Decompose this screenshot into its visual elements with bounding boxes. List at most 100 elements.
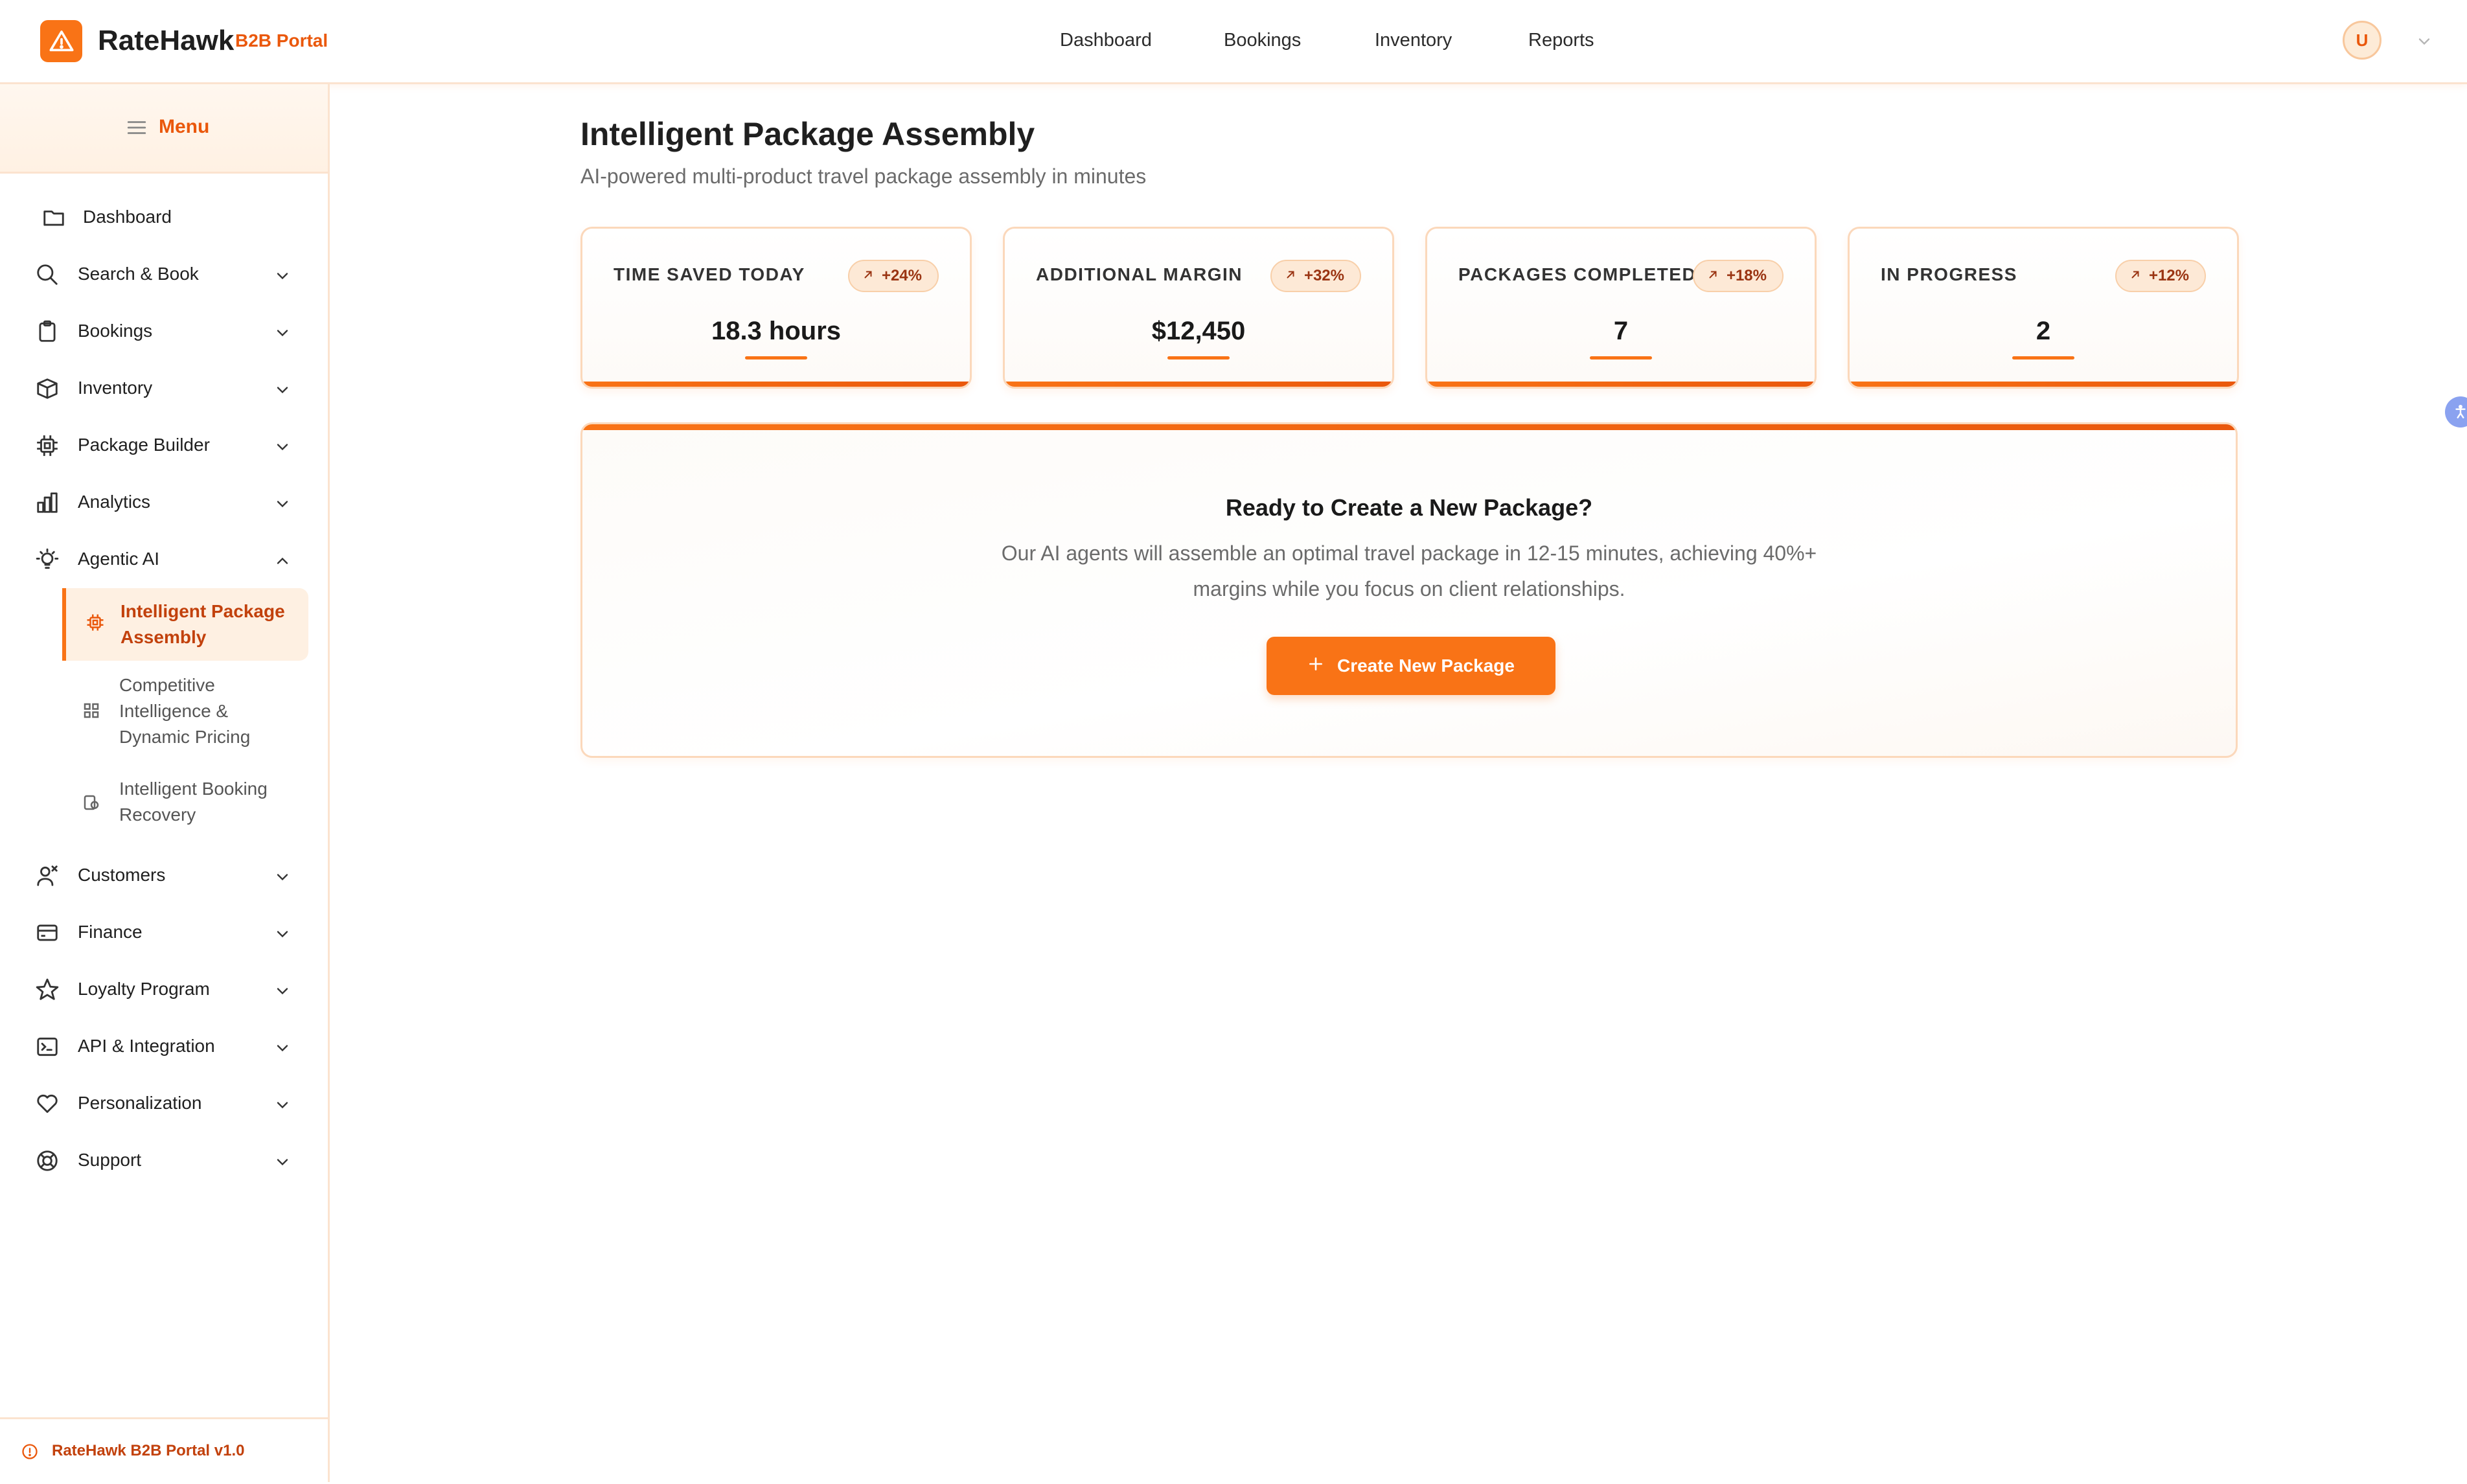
recovery-icon	[82, 793, 101, 816]
logo-icon[interactable]	[40, 20, 82, 62]
sidebar-item-personalization[interactable]: Personalization	[0, 1080, 328, 1126]
top-nav-inventory[interactable]: Inventory	[1375, 30, 1452, 51]
trend-badge: +12%	[2115, 260, 2206, 292]
plus-icon	[1307, 656, 1324, 677]
sidebar-item-inventory[interactable]: Inventory	[0, 365, 328, 411]
sidebar-subitem-label: Competitive Intelligence & Dynamic Prici…	[119, 675, 251, 747]
sidebar-subitem-intelligent-package-assembly[interactable]: Intelligent Package Assembly	[62, 588, 308, 661]
sidebar-item-label: Package Builder	[78, 435, 210, 455]
clipboard-icon	[35, 319, 60, 344]
stat-card-in-progress: IN PROGRESS +12% 2	[1848, 227, 2239, 389]
sidebar-item-label: Inventory	[78, 378, 153, 398]
trend-up-icon	[1285, 267, 1296, 285]
cpu-icon	[35, 433, 60, 458]
create-new-package-label: Create New Package	[1337, 656, 1515, 676]
trend-badge: +32%	[1270, 260, 1361, 292]
version-label: RateHawk B2B Portal v1.0	[52, 1442, 245, 1459]
sidebar-item-dashboard[interactable]: Dashboard	[0, 194, 328, 240]
sidebar-item-label: Support	[78, 1150, 142, 1170]
value-underline	[745, 356, 807, 360]
sidebar-item-label: Loyalty Program	[78, 979, 210, 999]
heart-icon	[35, 1091, 60, 1116]
sidebar-item-label: Bookings	[78, 321, 153, 341]
stat-value: 18.3 hours	[711, 317, 842, 345]
chevron-down-icon	[273, 1096, 292, 1117]
menu-toggle[interactable]: Menu	[0, 84, 328, 174]
chevron-down-icon	[273, 381, 292, 402]
stat-label: IN PROGRESS	[1881, 264, 2017, 284]
sidebar-item-loyalty-program[interactable]: Loyalty Program	[0, 966, 328, 1012]
sidebar-item-label: Agentic AI	[78, 549, 160, 569]
trend-value: +12%	[2148, 267, 2189, 284]
sidebar-subitem-intelligent-booking-recovery[interactable]: Intelligent Booking Recovery	[62, 776, 308, 830]
stat-label: ADDITIONAL MARGIN	[1036, 264, 1243, 284]
accessibility-icon[interactable]	[2445, 396, 2467, 428]
sidebar: Menu Dashboard Search & Book Bookings In…	[0, 84, 330, 1482]
page-subtitle: AI-powered multi-product travel package …	[580, 165, 1147, 188]
chevron-down-icon	[273, 495, 292, 516]
stat-card-additional-margin: ADDITIONAL MARGIN +32% $12,450	[1003, 227, 1394, 389]
terminal-icon	[35, 1034, 60, 1059]
sidebar-subitem-label: Intelligent Package Assembly	[120, 601, 285, 647]
chevron-down-icon	[273, 868, 292, 889]
trend-value: +32%	[1303, 267, 1344, 284]
chevron-down-icon	[273, 925, 292, 946]
sidebar-item-label: Analytics	[78, 492, 151, 512]
stat-value: 7	[1613, 317, 1629, 345]
sidebar-item-bookings[interactable]: Bookings	[0, 308, 328, 354]
sidebar-item-api-integration[interactable]: API & Integration	[0, 1023, 328, 1069]
trend-badge: +18%	[1692, 260, 1784, 292]
value-underline	[1167, 356, 1230, 360]
sidebar-item-customers[interactable]: Customers	[0, 852, 328, 898]
create-package-card: Ready to Create a New Package? Our AI ag…	[580, 422, 2238, 758]
stat-value: $12,450	[1151, 317, 1246, 345]
lightbulb-icon	[35, 547, 60, 572]
stat-label: PACKAGES COMPLETED	[1458, 264, 1697, 284]
chevron-down-icon[interactable]	[2415, 32, 2433, 54]
page-title: Intelligent Package Assembly	[580, 116, 1035, 152]
trend-value: +24%	[881, 267, 922, 284]
brand-subtitle: B2B Portal	[235, 30, 328, 51]
stat-card-time-saved: TIME SAVED TODAY +24% 18.3 hours	[580, 227, 972, 389]
search-icon	[35, 262, 60, 287]
sidebar-subitem-competitive-intelligence[interactable]: Competitive Intelligence & Dynamic Prici…	[62, 672, 308, 750]
life-buoy-icon	[35, 1148, 60, 1173]
sidebar-item-search-book[interactable]: Search & Book	[0, 251, 328, 297]
cta-title: Ready to Create a New Package?	[1225, 494, 1593, 521]
trend-up-icon	[2129, 267, 2141, 285]
top-nav-bookings[interactable]: Bookings	[1224, 30, 1301, 51]
top-nav-reports[interactable]: Reports	[1528, 30, 1594, 51]
create-new-package-button[interactable]: Create New Package	[1267, 637, 1555, 695]
star-icon	[35, 977, 60, 1002]
sidebar-item-label: Dashboard	[83, 207, 172, 227]
chevron-down-icon	[273, 1153, 292, 1174]
info-icon	[21, 1443, 39, 1464]
chevron-down-icon	[273, 982, 292, 1003]
sidebar-item-package-builder[interactable]: Package Builder	[0, 422, 328, 468]
hamburger-icon	[126, 118, 148, 141]
sidebar-item-support[interactable]: Support	[0, 1137, 328, 1183]
grid-icon	[82, 701, 101, 724]
cta-description: Our AI agents will assemble an optimal t…	[1001, 542, 1817, 600]
trend-up-icon	[1707, 267, 1719, 285]
chevron-down-icon	[273, 438, 292, 459]
sidebar-footer: RateHawk B2B Portal v1.0	[0, 1417, 328, 1484]
credit-card-icon	[35, 920, 60, 945]
top-nav-dashboard[interactable]: Dashboard	[1060, 30, 1152, 51]
sidebar-item-label: API & Integration	[78, 1036, 215, 1056]
sidebar-item-finance[interactable]: Finance	[0, 909, 328, 955]
sidebar-item-label: Finance	[78, 922, 143, 942]
box-icon	[35, 376, 60, 401]
card-accent-bar	[582, 382, 970, 387]
chevron-down-icon	[273, 1039, 292, 1060]
sidebar-item-agentic-ai[interactable]: Agentic AI	[0, 536, 328, 582]
users-icon	[35, 863, 60, 888]
folder-icon	[41, 205, 66, 230]
card-accent-bar	[1850, 382, 2237, 387]
bar-chart-icon	[35, 490, 60, 515]
brand-name[interactable]: RateHawk	[98, 25, 234, 57]
trend-up-icon	[862, 267, 874, 285]
chevron-up-icon	[273, 552, 292, 573]
sidebar-item-analytics[interactable]: Analytics	[0, 479, 328, 525]
user-avatar[interactable]: U	[2343, 21, 2381, 60]
